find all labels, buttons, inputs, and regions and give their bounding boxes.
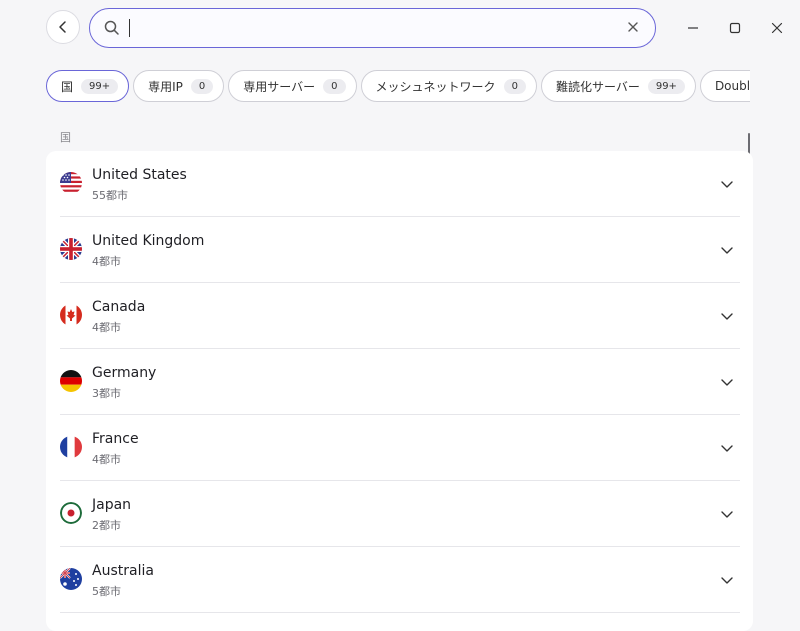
filter-chip-countries[interactable]: 国 99+ <box>46 70 130 102</box>
city-count: 3都市 <box>92 387 121 400</box>
filter-chip-meshnet[interactable]: メッシュネットワーク 0 <box>360 70 537 102</box>
text-caret <box>129 19 130 37</box>
close-window-icon <box>771 22 783 34</box>
france-flag-icon <box>60 436 82 458</box>
chevron-down-icon[interactable] <box>720 177 734 191</box>
filter-chip-label: 専用IP <box>148 79 183 94</box>
city-count: 4都市 <box>92 453 121 466</box>
filter-chip-obfuscated[interactable]: 難読化サーバー 99+ <box>540 70 696 102</box>
city-count: 4都市 <box>92 321 121 334</box>
minimize-icon <box>688 27 698 29</box>
filter-chip-count: 0 <box>503 78 526 94</box>
city-count: 4都市 <box>92 255 121 268</box>
chevron-down-icon[interactable] <box>720 441 734 455</box>
minimize-button[interactable] <box>681 16 705 40</box>
filter-chip-count: 0 <box>190 78 214 94</box>
uk-flag-icon <box>60 238 82 260</box>
filter-chip-label: 専用サーバー <box>243 79 316 94</box>
filter-chip-dedicated-ip[interactable]: 専用IP 0 <box>133 70 225 102</box>
filter-chip-count: 99+ <box>647 78 685 94</box>
chevron-down-icon[interactable] <box>720 243 734 257</box>
filter-chip-count: 0 <box>323 78 346 94</box>
country-row-france[interactable]: France 4都市 <box>60 415 740 481</box>
filter-chip-label: Double VP <box>714 79 750 93</box>
country-name: Japan <box>92 497 132 513</box>
us-flag-icon <box>60 172 82 194</box>
country-name: United States <box>92 167 187 183</box>
country-name: United Kingdom <box>92 233 205 249</box>
filter-chip-label: 難読化サーバー <box>555 79 640 94</box>
japan-flag-icon <box>60 502 82 524</box>
back-button[interactable] <box>46 10 80 44</box>
chevron-left-icon <box>59 21 66 33</box>
chevron-down-icon[interactable] <box>720 507 734 521</box>
search-input[interactable] <box>134 15 598 43</box>
australia-flag-icon <box>60 568 82 590</box>
country-row-canada[interactable]: Canada 4都市 <box>60 283 740 349</box>
filter-chip-count: 99+ <box>81 78 119 94</box>
filter-chip-label: 国 <box>61 79 74 94</box>
country-row-united-kingdom[interactable]: United Kingdom 4都市 <box>60 217 740 283</box>
country-row-australia[interactable]: Australia 5都市 <box>60 547 740 613</box>
country-name: Canada <box>92 299 146 315</box>
city-count: 5都市 <box>92 585 121 598</box>
germany-flag-icon <box>60 370 82 392</box>
search-box[interactable] <box>89 8 656 48</box>
city-count: 55都市 <box>92 189 128 202</box>
filter-chip-double-vpn[interactable]: Double VP <box>699 70 750 102</box>
country-row-japan[interactable]: Japan 2都市 <box>60 481 740 547</box>
maximize-icon <box>729 22 741 34</box>
country-name: Australia <box>92 563 154 579</box>
section-label: 国 <box>60 131 71 144</box>
canada-flag-icon <box>60 304 82 326</box>
chevron-down-icon[interactable] <box>720 573 734 587</box>
chevron-down-icon[interactable] <box>720 309 734 323</box>
chevron-down-icon[interactable] <box>720 375 734 389</box>
filter-chips: 国 99+ 専用IP 0 専用サーバー 0 メッシュネットワーク 0 難読化サー… <box>46 70 750 104</box>
search-icon <box>104 20 119 35</box>
country-row-united-states[interactable]: United States 55都市 <box>60 151 740 217</box>
close-window-button[interactable] <box>765 16 789 40</box>
country-row-germany[interactable]: Germany 3都市 <box>60 349 740 415</box>
city-count: 2都市 <box>92 519 121 532</box>
country-name: France <box>92 431 139 447</box>
country-list: United States 55都市 United Kingdom 4都市 Ca… <box>46 151 753 631</box>
close-icon[interactable] <box>627 21 639 33</box>
filter-chip-label: メッシュネットワーク <box>375 79 496 94</box>
filter-chip-dedicated-server[interactable]: 専用サーバー 0 <box>228 70 357 102</box>
maximize-button[interactable] <box>723 16 747 40</box>
country-name: Germany <box>92 365 157 381</box>
